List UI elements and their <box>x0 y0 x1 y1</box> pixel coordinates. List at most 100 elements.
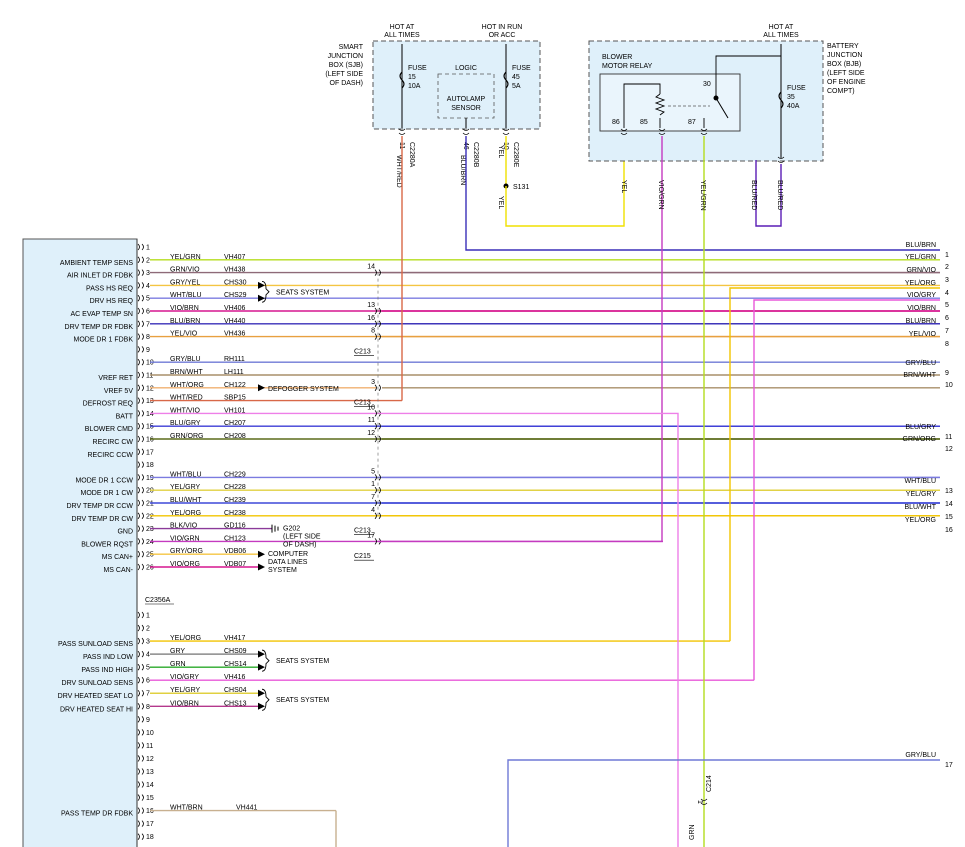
module-pin-terminal <box>137 397 144 404</box>
vertical-wire-label: BLU/RED <box>776 180 783 210</box>
module-pin-terminal <box>137 358 144 366</box>
bjb-label: BOX (BJB) <box>827 61 861 68</box>
pin-function-label: VREF 5V <box>104 388 134 395</box>
ground-label: (LEFT SIDE <box>283 534 321 541</box>
pin-number: 10 <box>146 730 154 737</box>
right-wire-color-label: BLU/BRN <box>906 242 936 249</box>
pin-number: 23 <box>146 526 154 533</box>
sjb-label: JUNCTION <box>328 53 363 60</box>
can-system-label: SYSTEM <box>268 567 297 574</box>
pin-function-label: MODE DR 1 CW <box>81 490 134 497</box>
fuse-label: FUSE <box>408 65 427 72</box>
pin-number: 9 <box>146 717 150 724</box>
module-pin-terminal <box>137 243 144 251</box>
module-pin-terminal <box>137 512 144 520</box>
pin-number: 12 <box>146 385 154 392</box>
right-wire-color-label: BLU/GRY <box>905 424 936 431</box>
harness-wire <box>507 759 940 847</box>
pin-function-label: MS CAN- <box>103 567 133 574</box>
module-pin-terminal <box>137 525 144 532</box>
sjb-connector-label: C2280A <box>408 142 415 168</box>
inline-connector-label: C215 <box>354 553 371 560</box>
wiring-diagram: 12AMBIENT TEMP SENSYEL/GRN VH4073AIR INLE… <box>22 24 953 847</box>
right-wire-color-label: YEL/GRN <box>905 254 936 261</box>
inline-connector-label: C213 <box>354 400 371 407</box>
harness-wire <box>729 287 940 642</box>
pin-function-label: DRV TEMP DR CW <box>72 516 134 523</box>
pin-number: 4 <box>146 652 150 659</box>
pin-number: 2 <box>146 257 150 264</box>
module-pin-terminal <box>137 320 144 328</box>
hot-in-run-label: OR ACC <box>489 32 516 39</box>
inline-pin-number: 1 <box>696 800 703 804</box>
fuse-label: FUSE <box>787 85 806 92</box>
pin-function-label: DRV HEATED SEAT HI <box>60 706 133 713</box>
module-pin-terminal <box>137 384 144 392</box>
pin-number: 9 <box>146 347 150 354</box>
module-pin-terminal <box>137 550 144 558</box>
pin-function-label: BLOWER CMD <box>85 426 133 433</box>
pin-function-label: RECIRC CCW <box>88 452 134 459</box>
pin-function-label: MS CAN+ <box>102 554 133 561</box>
module-pin-terminal <box>137 755 144 762</box>
module-pin-terminal <box>137 256 144 264</box>
vertical-wire-label: WHT/RED <box>395 155 402 188</box>
pin-number: 8 <box>146 704 150 711</box>
relay-label: MOTOR RELAY <box>602 63 653 70</box>
right-pin-number: 10 <box>945 382 953 389</box>
harness-wire <box>380 412 679 847</box>
module-pin-terminal <box>137 461 144 468</box>
hot-at-all-times-label: ALL TIMES <box>384 32 420 39</box>
module-pin-terminal <box>137 637 144 645</box>
module-pin-terminal <box>137 663 144 671</box>
pin-function-label: PASS IND HIGH <box>81 667 133 674</box>
can-system-label: COMPUTER <box>268 551 308 558</box>
module-pin-terminal <box>137 422 144 430</box>
pin-number: 20 <box>146 488 154 495</box>
inline-pin-number: 13 <box>367 302 375 309</box>
pin-number: 6 <box>146 309 150 316</box>
pin-number: 18 <box>146 834 154 841</box>
right-pin-number: 3 <box>945 277 949 284</box>
right-wire-color-label: YEL/VIO <box>909 331 937 338</box>
can-system-label: DATA LINES <box>268 559 308 566</box>
pin-number: 22 <box>146 513 154 520</box>
bjb-label: BATTERY <box>827 43 859 50</box>
relay-pin-number: 86 <box>612 119 620 126</box>
pin-number: 19 <box>146 475 154 482</box>
module-pin-terminal <box>137 702 144 710</box>
module-pin-terminal <box>137 624 144 632</box>
logic-label: LOGIC <box>455 65 477 72</box>
relay-pin-number: 30 <box>703 81 711 88</box>
inline-pin-number: 12 <box>367 430 375 437</box>
inline-pin-number: 8 <box>371 328 375 335</box>
sjb-connector-terminal <box>462 128 470 135</box>
pin-number: 6 <box>146 678 150 685</box>
right-pin-number: 1 <box>945 252 949 259</box>
inline-pin-number: 3 <box>371 379 375 386</box>
pin-function-label: VREF RET <box>98 375 133 382</box>
pin-function-label: DRV TEMP DR CCW <box>66 503 133 510</box>
right-wire-color-label: YEL/ORG <box>905 517 936 524</box>
pin-function-label: DRV HS REQ <box>90 298 134 305</box>
right-wire-color-label: VIO/BRN <box>907 305 936 312</box>
connector-label: C2356A <box>145 597 171 604</box>
right-pin-number: 15 <box>945 514 953 521</box>
pin-function-label: DEFROST REQ <box>83 401 134 408</box>
module-pin-terminal <box>137 768 144 775</box>
pin-number: 1 <box>146 613 150 620</box>
splice-label: S131 <box>513 184 529 191</box>
right-pin-number: 8 <box>945 341 949 348</box>
arrow-icon <box>258 550 265 558</box>
pin-number: 7 <box>146 321 150 328</box>
vertical-wire-label: YEL <box>497 196 504 209</box>
module-pin-terminal <box>137 307 144 315</box>
pin-number: 24 <box>146 539 154 546</box>
right-pin-number: 16 <box>945 527 953 534</box>
module-pin-terminal <box>137 448 144 456</box>
relay-pin-number: 85 <box>640 119 648 126</box>
pin-function-label: AMBIENT TEMP SENS <box>60 260 133 267</box>
pin-number: 4 <box>146 283 150 290</box>
right-pin-number: 5 <box>945 302 949 309</box>
defogger-system-label: DEFOGGER SYSTEM <box>268 386 339 393</box>
